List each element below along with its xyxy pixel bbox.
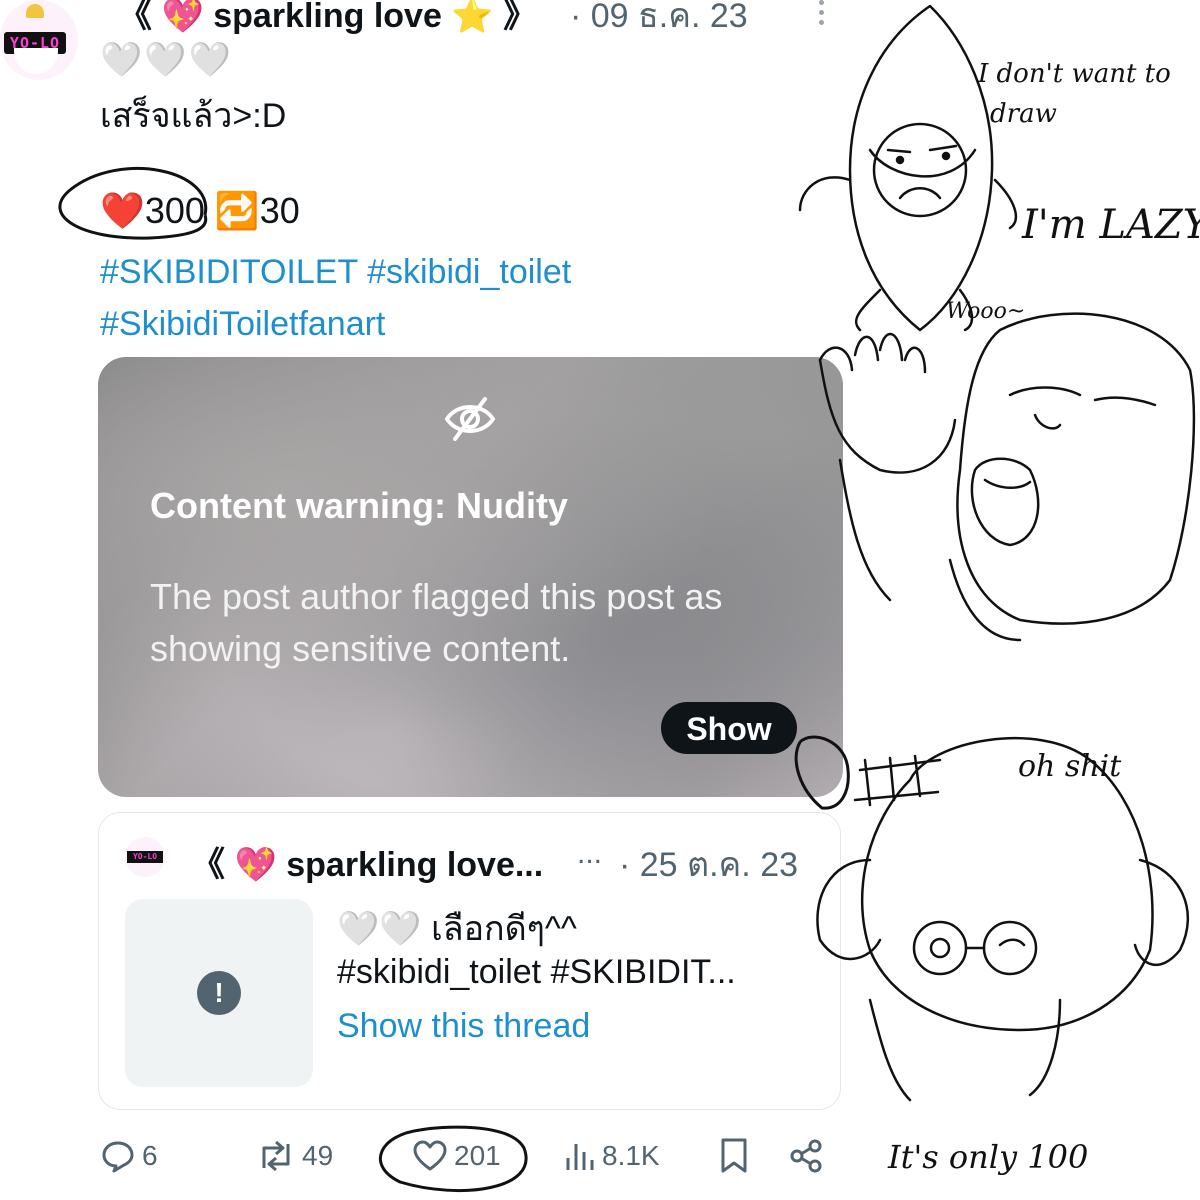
sad-mouth [898,187,942,200]
open-mouth [970,457,1040,547]
hood-rim [868,148,977,178]
shark-hood [848,4,994,332]
caption-lazy: I'm LAZY [1021,202,1200,248]
caption-dont-want: I don't want to [977,59,1171,89]
hood-fins [798,176,1018,230]
screaming-head [956,312,1196,625]
glasses-right [982,920,1038,976]
closed-eyes [1008,386,1157,407]
nose-1 [1033,413,1062,430]
hair-strands [868,998,1062,1102]
caption-oh-shit: oh shit [1018,749,1122,784]
eye-right-squint [998,938,1026,947]
eye-left [929,937,951,959]
sad-eye-left [895,155,905,165]
glasses-left [912,920,968,976]
shoulders [838,458,1022,642]
raised-hand-palm [818,358,957,474]
headphones [816,858,1190,967]
hand-drawn-sketch: I don't want to draw I'm LAZY Wooo~ oh s… [798,4,1200,1176]
sad-eye-right [941,151,951,161]
sad-brows [886,144,958,154]
caption-draw: draw [990,99,1057,129]
caption-wooo: Wooo~ [946,299,1025,324]
caption-only-100: It's only 100 [887,1138,1088,1176]
raised-hand-fingers [818,332,927,374]
mouth-inner [983,478,1032,489]
